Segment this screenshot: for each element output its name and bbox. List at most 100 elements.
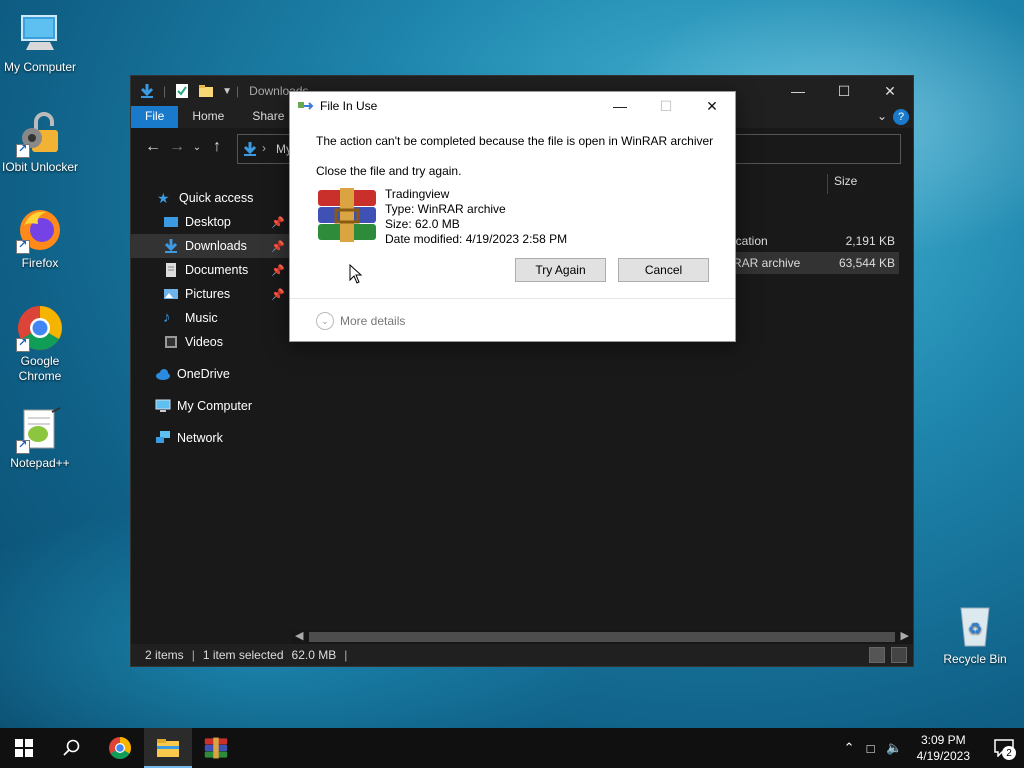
cloud-icon xyxy=(156,369,170,380)
recent-locations-dropdown-icon[interactable]: ⌄ xyxy=(189,142,205,153)
dialog-titlebar[interactable]: File In Use — ☐ ✕ xyxy=(290,92,735,120)
desktop-icon-notepad-plus-plus[interactable]: Notepad++ xyxy=(0,406,80,471)
sidebar-item-label: My Computer xyxy=(177,399,253,413)
taskbar-file-explorer-button[interactable] xyxy=(144,728,192,768)
start-button[interactable] xyxy=(0,728,48,768)
volume-icon[interactable]: 🔈 xyxy=(886,740,902,756)
more-details-label: More details xyxy=(340,314,406,328)
sidebar-item-network[interactable]: Network xyxy=(131,426,289,450)
new-folder-icon[interactable] xyxy=(198,83,214,99)
winrar-icon xyxy=(204,737,228,759)
notepad-plus-plus-icon xyxy=(16,406,64,454)
file-size: Size: 62.0 MB xyxy=(385,217,460,231)
file-name: Tradingview xyxy=(385,187,450,201)
desktop-icon-firefox[interactable]: Firefox xyxy=(0,206,80,271)
taskbar-chrome-button[interactable] xyxy=(96,728,144,768)
scroll-left-icon[interactable]: ◀ xyxy=(295,629,303,642)
horizontal-scrollbar[interactable]: ◀ ▶ xyxy=(291,630,913,644)
column-header-size[interactable]: Size xyxy=(827,174,857,194)
large-icons-view-icon[interactable] xyxy=(891,647,907,663)
cancel-button[interactable]: Cancel xyxy=(618,258,709,282)
file-transfer-icon xyxy=(298,102,314,110)
ribbon-expand-icon[interactable]: ⌄ xyxy=(877,109,887,123)
file-date-modified: Date modified: 4/19/2023 2:58 PM xyxy=(385,232,568,246)
download-arrow-icon xyxy=(164,239,178,253)
desktop-icon-my-computer[interactable]: My Computer xyxy=(0,10,80,75)
pin-icon[interactable]: 📌 xyxy=(271,288,285,301)
shortcut-arrow-icon xyxy=(16,438,30,454)
explorer-maximize-button[interactable]: ☐ xyxy=(821,76,867,106)
computer-icon xyxy=(16,10,64,58)
pictures-icon xyxy=(164,289,178,299)
properties-icon[interactable] xyxy=(174,83,190,99)
desktop-icon-label: Firefox xyxy=(21,256,59,270)
sidebar-item-onedrive[interactable]: OneDrive xyxy=(131,362,289,386)
sidebar-item-quick-access[interactable]: ★ Quick access xyxy=(131,186,289,210)
desktop-icon-google-chrome[interactable]: Google Chrome xyxy=(0,304,80,384)
try-again-button[interactable]: Try Again xyxy=(515,258,606,282)
scrollbar-thumb[interactable] xyxy=(309,632,895,642)
explorer-minimize-button[interactable]: — xyxy=(775,76,821,106)
sidebar-item-label: OneDrive xyxy=(177,367,230,381)
dialog-sub-message: Close the file and try again. xyxy=(316,164,462,178)
file-type: RAR archive xyxy=(733,256,801,270)
sidebar-item-my-computer[interactable]: My Computer xyxy=(131,394,289,418)
sidebar-item-label: Quick access xyxy=(179,191,254,205)
desktop-icon-label: Notepad++ xyxy=(10,456,70,470)
dialog-maximize-button: ☐ xyxy=(659,97,673,114)
action-center-button[interactable]: 2 xyxy=(984,728,1024,768)
computer-icon xyxy=(155,399,171,412)
desktop-folder-icon xyxy=(164,217,178,227)
sidebar-item-videos[interactable]: Videos xyxy=(131,330,289,354)
network-status-icon[interactable]: □ xyxy=(867,741,875,756)
scroll-right-icon[interactable]: ▶ xyxy=(901,629,909,642)
clock[interactable]: 3:09 PM 4/19/2023 xyxy=(917,732,970,764)
file-in-use-dialog[interactable]: File In Use — ☐ ✕ The action can't be co… xyxy=(289,91,736,342)
pin-icon[interactable]: 📌 xyxy=(271,264,285,277)
breadcrumb-chevron-icon: › xyxy=(262,141,266,155)
sidebar-item-label: Downloads xyxy=(185,239,247,253)
sidebar-item-label: Network xyxy=(177,431,223,445)
details-view-icon[interactable] xyxy=(869,647,885,663)
sidebar-item-music[interactable]: ♪ Music xyxy=(131,306,289,330)
search-button[interactable] xyxy=(48,728,96,768)
dialog-minimize-button[interactable]: — xyxy=(597,92,643,120)
help-icon[interactable]: ? xyxy=(893,109,909,125)
taskbar-winrar-button[interactable] xyxy=(192,728,240,768)
mouse-cursor-icon xyxy=(349,264,363,284)
file-type: Type: WinRAR archive xyxy=(385,202,506,216)
recycle-bin-icon: ♻ xyxy=(951,602,999,650)
desktop-icon-label: Recycle Bin xyxy=(943,652,1007,666)
star-icon: ★ xyxy=(157,190,170,206)
explorer-close-button[interactable]: ✕ xyxy=(867,76,913,106)
file-type: ication xyxy=(733,234,768,248)
more-details-toggle[interactable]: ⌄ More details xyxy=(316,312,405,330)
tab-file[interactable]: File xyxy=(131,106,179,128)
sidebar-item-pictures[interactable]: Pictures 📌 xyxy=(131,282,289,306)
notification-count-badge: 2 xyxy=(1002,746,1016,760)
network-icon xyxy=(156,431,170,443)
dialog-message: The action can't be completed because th… xyxy=(316,134,714,148)
desktop-icon-iobit-unlocker[interactable]: IObit Unlocker xyxy=(0,110,80,175)
quick-access-toolbar-dropdown-icon[interactable]: ▼ xyxy=(222,86,232,97)
show-hidden-icons-chevron-icon[interactable]: ⌃ xyxy=(844,740,855,756)
pin-icon[interactable]: 📌 xyxy=(271,240,285,253)
sidebar-item-documents[interactable]: Documents 📌 xyxy=(131,258,289,282)
desktop-icon-label: My Computer xyxy=(3,60,77,74)
sidebar-item-downloads[interactable]: Downloads 📌 xyxy=(131,234,289,258)
shortcut-arrow-icon xyxy=(16,142,30,158)
status-item-count: 2 items xyxy=(145,648,184,662)
forward-button[interactable]: → xyxy=(165,138,189,156)
up-button[interactable]: ↑ xyxy=(205,138,229,156)
back-button[interactable]: ← xyxy=(141,138,165,156)
dialog-close-button[interactable]: ✕ xyxy=(689,92,735,120)
desktop-icon-recycle-bin[interactable]: ♻ Recycle Bin xyxy=(935,602,1015,667)
winrar-archive-icon xyxy=(316,188,378,242)
status-bar: 2 items | 1 item selected 62.0 MB | xyxy=(131,644,913,666)
search-icon xyxy=(63,739,80,756)
desktop-icon-label: IObit Unlocker xyxy=(1,160,79,174)
sidebar-item-desktop[interactable]: Desktop 📌 xyxy=(131,210,289,234)
sidebar-item-label: Videos xyxy=(185,335,223,349)
tab-home[interactable]: Home xyxy=(178,106,238,128)
pin-icon[interactable]: 📌 xyxy=(271,216,285,229)
